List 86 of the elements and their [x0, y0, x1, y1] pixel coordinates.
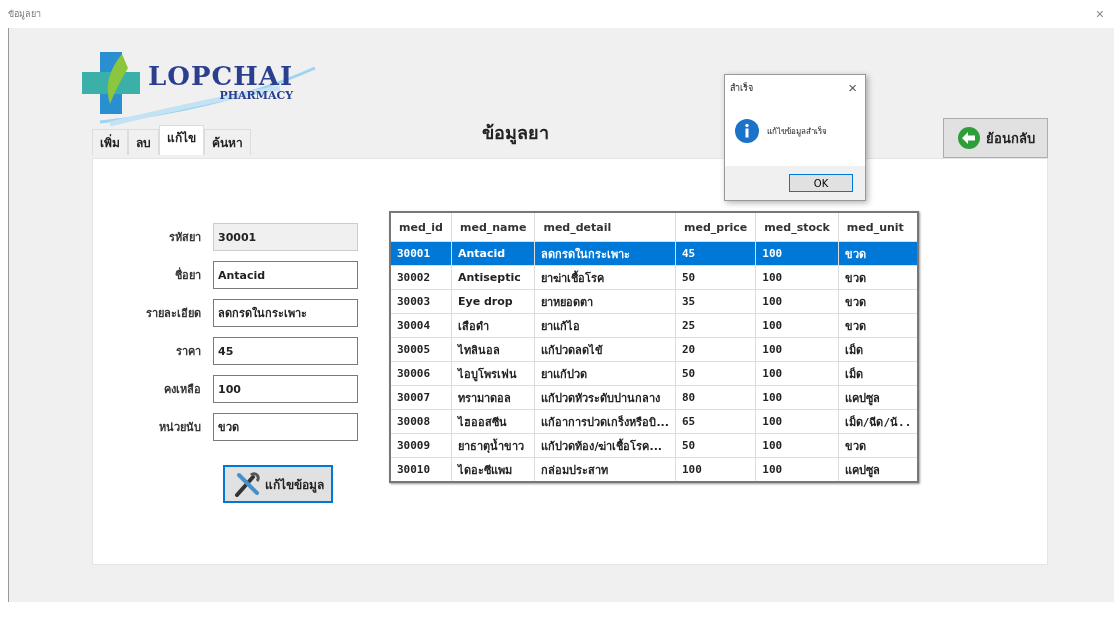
- table-cell: แก้ปวดหัวระดับปานกลาง: [534, 385, 676, 410]
- dialog-title: สำเร็จ: [730, 81, 753, 95]
- input-field[interactable]: 45: [213, 337, 358, 365]
- table-row[interactable]: 30003 Eye drop ยาหยอดตา 35 100 ขวด: [390, 289, 919, 314]
- table-row[interactable]: 30010 ไดอะซีแพม กล่อมประสาท 100 100 แคปซูล: [390, 457, 919, 482]
- table-cell: 50: [675, 361, 756, 386]
- table-cell: แก้ปวดท้อง/ฆ่าเชื้อโรค...: [534, 433, 676, 458]
- table-cell: 100: [755, 313, 839, 338]
- table-cell: 30003: [390, 289, 452, 314]
- table-cell: เสือดำ: [451, 313, 535, 338]
- table-cell: 80: [675, 385, 756, 410]
- input-field[interactable]: ลดกรดในกระเพาะ: [213, 299, 358, 327]
- field-label: รายละเอียด: [145, 306, 201, 322]
- table-cell: ยาหยอดตา: [534, 289, 676, 314]
- tab[interactable]: ค้นหา: [204, 129, 251, 155]
- table-cell: ยาแก้ปวด: [534, 361, 676, 386]
- table-cell: ลดกรดในกระเพาะ: [534, 241, 676, 266]
- close-button[interactable]: ×: [1091, 6, 1108, 22]
- table-cell: ยาแก้ไอ: [534, 313, 676, 338]
- tab[interactable]: เพิ่ม: [92, 129, 128, 155]
- column-header: med_stock: [755, 212, 839, 242]
- table-cell: ไอบูโพรเฟน: [451, 361, 535, 386]
- column-header: med_price: [675, 212, 756, 242]
- table-row[interactable]: 30006 ไอบูโพรเฟน ยาแก้ปวด 50 100 เม็ด: [390, 361, 919, 386]
- tab[interactable]: แก้ไข: [159, 125, 204, 155]
- column-header: med_id: [390, 212, 452, 242]
- back-button[interactable]: ย้อนกลับ: [943, 118, 1048, 158]
- table-cell: 100: [755, 409, 839, 434]
- column-header: med_name: [451, 212, 535, 242]
- tab[interactable]: ลบ: [128, 129, 159, 155]
- input-field[interactable]: ขวด: [213, 413, 358, 441]
- table-cell: 100: [755, 337, 839, 362]
- field-label: หน่วยนับ: [158, 420, 201, 436]
- table-cell: แก้ปวดลดไข้: [534, 337, 676, 362]
- tools-icon: [232, 471, 261, 497]
- page-title: ข้อมูลยา: [482, 121, 549, 147]
- logo-subtitle: PHARMACY: [219, 89, 294, 104]
- table-row[interactable]: 30009 ยาธาตุน้ำขาว แก้ปวดท้อง/ฆ่าเชื้อโรค... 50 100 ขวด: [390, 433, 919, 458]
- table-row[interactable]: 30001 Antacid ลดกรดในกระเพาะ 45 100 ขวด: [390, 241, 919, 266]
- table-cell: 100: [755, 361, 839, 386]
- table-cell: 100: [755, 433, 839, 458]
- table-cell: 30005: [390, 337, 452, 362]
- table-cell: Antiseptic: [451, 265, 535, 290]
- field-label: รหัสยา: [168, 230, 201, 246]
- column-header: med_unit: [838, 212, 919, 242]
- table-cell: 30007: [390, 385, 452, 410]
- dialog-message: แก้ไขข้อมูลสำเร็จ: [767, 125, 827, 138]
- window-title: ข้อมูลยา: [8, 8, 41, 21]
- table-row[interactable]: 30002 Antiseptic ยาฆ่าเชื้อโรค 50 100 ขวด: [390, 265, 919, 290]
- info-icon: [735, 119, 759, 143]
- field-label: คงเหลือ: [163, 382, 201, 398]
- input-field[interactable]: Antacid: [213, 261, 358, 289]
- table-cell: 30001: [390, 241, 452, 266]
- table-row[interactable]: 30005 ไทลินอล แก้ปวดลดไข้ 20 100 เม็ด: [390, 337, 919, 362]
- table-cell: 30009: [390, 433, 452, 458]
- table-cell: 50: [675, 433, 756, 458]
- table-cell: 30006: [390, 361, 452, 386]
- column-header: med_detail: [534, 212, 676, 242]
- table-cell: 50: [675, 265, 756, 290]
- table-cell: 30008: [390, 409, 452, 434]
- table-cell: แก้อาการปวดเกร็งหรือบิ...: [534, 409, 676, 434]
- input-field[interactable]: 100: [213, 375, 358, 403]
- table-cell: 20: [675, 337, 756, 362]
- table-cell: ไทลินอล: [451, 337, 535, 362]
- table-cell: 100: [755, 289, 839, 314]
- edit-button[interactable]: แก้ไขข้อมูล: [223, 465, 333, 503]
- field-label: ชื่อยา: [174, 266, 201, 284]
- table-cell: 30004: [390, 313, 452, 338]
- table-row[interactable]: 30007 ทรามาดอล แก้ปวดหัวระดับปานกลาง 80 100 แคปซูล: [390, 385, 919, 410]
- table-cell: Eye drop: [451, 289, 535, 314]
- table-cell: 100: [755, 265, 839, 290]
- logo-name: LOPCHAI: [148, 63, 294, 90]
- table-cell: ทรามาดอล: [451, 385, 535, 410]
- table-cell: ยาฆ่าเชื้อโรค: [534, 265, 676, 290]
- field-label: ราคา: [175, 344, 201, 360]
- table-cell: 25: [675, 313, 756, 338]
- table-cell: 35: [675, 289, 756, 314]
- table-cell: 30002: [390, 265, 452, 290]
- table-cell: ยาธาตุน้ำขาว: [451, 433, 535, 458]
- table-cell: ไฮออสซีน: [451, 409, 535, 434]
- table-cell: 65: [675, 409, 756, 434]
- table-row[interactable]: 30008 ไฮออสซีน แก้อาการปวดเกร็งหรือบิ... 65 100 เม็ด/ฉีด/น้..: [390, 409, 919, 434]
- table-row[interactable]: 30004 เสือดำ ยาแก้ไอ 25 100 ขวด: [390, 313, 919, 338]
- table-cell: 100: [755, 385, 839, 410]
- close-button[interactable]: ×: [844, 79, 861, 96]
- ok-button[interactable]: OK: [789, 174, 853, 192]
